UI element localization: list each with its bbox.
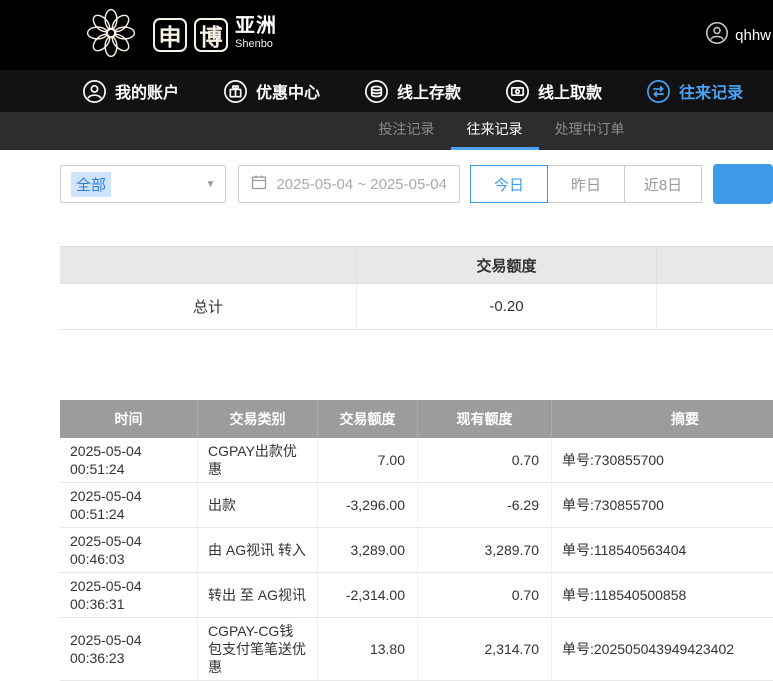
summary-total-label: 总计	[60, 284, 357, 329]
cell-summary: 单号:730855700	[562, 452, 664, 468]
cell-time: 2025-05-04 00:36:31	[60, 573, 198, 617]
cell-summary: 单号:202505043949423402	[562, 641, 735, 657]
nav-item-my-account[interactable]: 我的账户	[82, 79, 179, 104]
col-header-type: 交易类别	[198, 400, 318, 438]
summary-header-spacer	[60, 247, 357, 283]
username: qhhw	[735, 26, 771, 44]
top-header: 申 博 亚洲 Shenbo qhhw	[0, 0, 773, 70]
cell-amount: 13.80	[318, 618, 418, 680]
records-table: 时间 交易类别 交易额度 现有额度 摘要 2025-05-04 00:51:24…	[60, 400, 773, 681]
today-button[interactable]: 今日	[470, 165, 548, 203]
quick-date-buttons: 今日 昨日 近8日	[470, 165, 702, 203]
cell-balance: 0.70	[418, 573, 552, 617]
logo-subtitle: Shenbo	[235, 38, 273, 50]
cell-time: 2025-05-04 00:36:23	[60, 618, 198, 680]
date-range-value: 2025-05-04 ~ 2025-05-04	[276, 175, 447, 193]
col-header-time: 时间	[60, 400, 198, 438]
calendar-icon	[251, 174, 267, 195]
table-row: 2025-05-04 00:51:24 出款 -3,296.00 -6.29 单…	[60, 483, 773, 528]
cell-time: 2025-05-04 00:46:03	[60, 528, 198, 572]
cell-balance: 3,289.70	[418, 528, 552, 572]
nav-item-label: 往来记录	[679, 85, 744, 102]
cell-summary: 单号:118540563404	[562, 542, 687, 558]
summary-header-spacer	[657, 247, 773, 283]
brand-logo[interactable]: 申 博 亚洲 Shenbo	[84, 6, 277, 65]
table-row: 2025-05-04 00:46:03 由 AG视讯 转入 3,289.00 3…	[60, 528, 773, 573]
logo-suffix-zh: 亚洲	[235, 15, 277, 37]
logo-suffix: 亚洲 Shenbo	[235, 15, 277, 55]
deposit-coins-icon	[364, 79, 389, 104]
summary-table-header: 交易额度	[60, 246, 773, 284]
nav-item-label: 我的账户	[115, 85, 180, 102]
nav-item-label: 优惠中心	[256, 85, 321, 102]
nav-item-label: 线上取款	[538, 85, 603, 102]
cell-type: 由 AG视讯 转入	[198, 528, 318, 572]
table-row: 2025-05-04 00:36:23 CGPAY-CG钱包支付笔笔送优惠 13…	[60, 618, 773, 681]
table-row: 2025-05-04 00:51:24 CGPAY出款优惠 7.00 0.70 …	[60, 438, 773, 483]
search-button[interactable]	[713, 164, 773, 204]
summary-total-row: 总计 -0.20	[60, 284, 773, 330]
tab-processing-orders[interactable]: 处理中订单	[539, 112, 641, 150]
nav-item-online-deposit[interactable]: 线上存款	[364, 79, 461, 104]
flower-logo-icon	[84, 6, 138, 65]
logo-char-2: 博	[194, 18, 228, 52]
summary-total-value: -0.20	[357, 284, 657, 329]
last-8-days-button[interactable]: 近8日	[624, 165, 702, 203]
cell-balance: 2,314.70	[418, 618, 552, 680]
nav-item-label: 线上存款	[397, 85, 462, 102]
user-avatar-icon	[705, 21, 729, 49]
transfer-arrows-icon	[646, 79, 671, 104]
cell-summary: 单号:730855700	[562, 497, 664, 513]
logo-char-1: 申	[153, 18, 187, 52]
withdraw-banknote-icon	[505, 79, 530, 104]
nav-item-transaction-records[interactable]: 往来记录	[646, 79, 743, 104]
col-header-amount: 交易额度	[318, 400, 418, 438]
date-range-picker[interactable]: 2025-05-04 ~ 2025-05-04	[238, 165, 460, 203]
main-nav: 我的账户 优惠中心 线上存款 线上取款 往来记录	[0, 70, 773, 112]
cell-type: 转出 至 AG视讯	[198, 573, 318, 617]
cell-balance: -6.29	[418, 483, 552, 527]
cell-type: CGPAY-CG钱包支付笔笔送优惠	[198, 618, 318, 680]
nav-item-online-withdraw[interactable]: 线上取款	[505, 79, 602, 104]
nav-item-promo-center[interactable]: 优惠中心	[223, 79, 320, 104]
cell-type: 出款	[198, 483, 318, 527]
tab-betting-records[interactable]: 投注记录	[363, 112, 451, 150]
summary-table: 交易额度 总计 -0.20	[60, 246, 773, 330]
type-dropdown[interactable]: 全部 ▼	[60, 165, 227, 203]
cell-summary: 单号:118540500858	[562, 587, 687, 603]
table-row: 2025-05-04 00:36:31 转出 至 AG视讯 -2,314.00 …	[60, 573, 773, 618]
col-header-summary: 摘要	[671, 411, 699, 427]
type-dropdown-value: 全部	[71, 171, 112, 197]
cell-balance: 0.70	[418, 438, 552, 482]
chevron-down-icon: ▼	[205, 178, 216, 190]
col-header-balance: 现有额度	[418, 400, 552, 438]
records-table-header: 时间 交易类别 交易额度 现有额度 摘要	[60, 400, 773, 438]
sub-nav: 投注记录 往来记录 处理中订单	[0, 112, 773, 150]
cell-amount: 3,289.00	[318, 528, 418, 572]
cell-amount: -2,314.00	[318, 573, 418, 617]
gift-icon	[223, 79, 248, 104]
cell-amount: 7.00	[318, 438, 418, 482]
tab-transaction-records[interactable]: 往来记录	[450, 112, 539, 150]
account-icon	[82, 79, 107, 104]
cell-time: 2025-05-04 00:51:24	[60, 438, 198, 482]
cell-type: CGPAY出款优惠	[198, 438, 318, 482]
filter-row: 全部 ▼ 2025-05-04 ~ 2025-05-04 今日 昨日 近8日	[60, 164, 773, 204]
user-account[interactable]: qhhw	[705, 0, 771, 70]
cell-time: 2025-05-04 00:51:24	[60, 483, 198, 527]
cell-amount: -3,296.00	[318, 483, 418, 527]
summary-header-amount: 交易额度	[357, 247, 657, 283]
summary-spacer-cell	[657, 284, 773, 329]
yesterday-button[interactable]: 昨日	[547, 165, 625, 203]
